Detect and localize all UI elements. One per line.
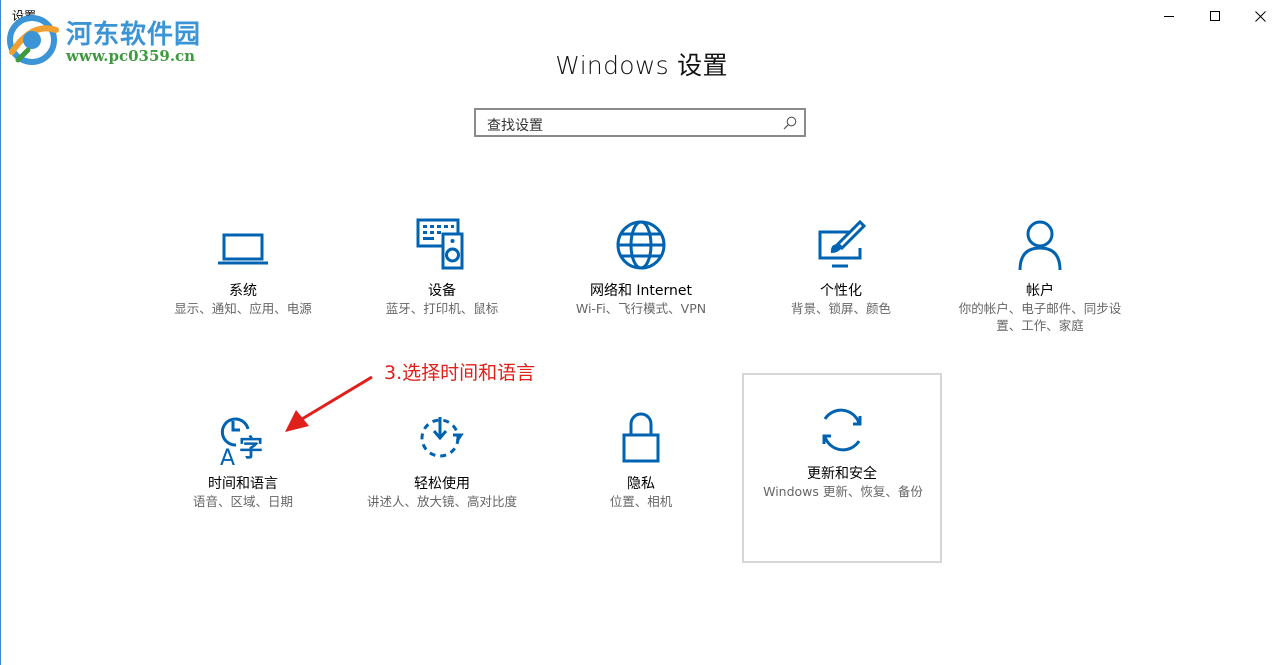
tile-description: Wi-Fi、飞行模式、VPN xyxy=(575,301,707,316)
tile-description: 背景、锁屏、颜色 xyxy=(790,301,891,316)
tile-devices[interactable]: 设备 蓝牙、打印机、鼠标 xyxy=(343,190,541,378)
tile-label: 更新和安全 xyxy=(807,466,877,482)
annotation-arrow-icon xyxy=(285,375,373,432)
search-placeholder: 查找设置 xyxy=(487,118,543,134)
tile-label: 轻松使用 xyxy=(414,476,470,492)
svg-text:A: A xyxy=(220,446,235,469)
ease-of-access-icon xyxy=(420,417,464,458)
tile-description: 讲述人、放大镜、高对比度 xyxy=(366,494,517,509)
tile-system[interactable]: 系统 显示、通知、应用、电源 xyxy=(144,190,342,378)
maximize-button[interactable] xyxy=(1192,0,1238,32)
close-icon xyxy=(1254,10,1266,22)
tile-label: 隐私 xyxy=(627,476,655,492)
tile-description: 语音、区域、日期 xyxy=(192,494,293,509)
tile-label: 系统 xyxy=(229,283,257,299)
annotation-text: 3.选择时间和语言 xyxy=(384,362,536,384)
tile-description: Windows 更新、恢复、备份 xyxy=(763,484,923,499)
tile-privacy[interactable]: 隐私 位置、相机 xyxy=(542,383,740,571)
time-language-icon: A 字 xyxy=(220,417,263,469)
tile-description: 蓝牙、打印机、鼠标 xyxy=(385,301,499,316)
keyboard-speaker-icon xyxy=(416,218,464,270)
tile-description: 位置、相机 xyxy=(609,494,673,509)
search-icon[interactable] xyxy=(783,116,797,130)
tile-label: 设备 xyxy=(428,283,456,299)
tile-description: 你的帐户、电子邮件、同步设置、工作、家庭 xyxy=(958,301,1122,333)
person-icon xyxy=(1018,220,1062,271)
laptop-icon xyxy=(218,233,268,265)
page-title: Windows 设置 xyxy=(555,51,728,80)
tile-personalization[interactable]: 个性化 背景、锁屏、颜色 xyxy=(742,190,940,378)
svg-text:字: 字 xyxy=(239,434,263,462)
refresh-icon xyxy=(822,408,862,452)
tile-label: 帐户 xyxy=(1026,283,1054,299)
maximize-icon xyxy=(1209,10,1220,21)
tile-accounts[interactable]: 帐户 你的帐户、电子邮件、同步设置、工作、家庭 xyxy=(941,190,1139,378)
tile-label: 时间和语言 xyxy=(208,476,278,492)
globe-icon xyxy=(616,220,666,270)
tile-description: 显示、通知、应用、电源 xyxy=(174,301,312,316)
search-input[interactable]: 查找设置 xyxy=(474,108,806,137)
minimize-button[interactable] xyxy=(1146,0,1192,32)
tile-label: 个性化 xyxy=(820,283,862,299)
paint-screen-icon xyxy=(818,219,867,268)
minimize-icon xyxy=(1163,15,1174,17)
window-left-border xyxy=(0,0,1,665)
close-button[interactable] xyxy=(1237,0,1283,32)
tile-update-security[interactable]: 更新和安全 Windows 更新、恢复、备份 xyxy=(742,373,942,563)
tile-network[interactable]: 网络和 Internet Wi-Fi、飞行模式、VPN xyxy=(542,190,740,378)
tile-label: 网络和 Internet xyxy=(589,283,693,299)
lock-icon xyxy=(622,412,660,463)
